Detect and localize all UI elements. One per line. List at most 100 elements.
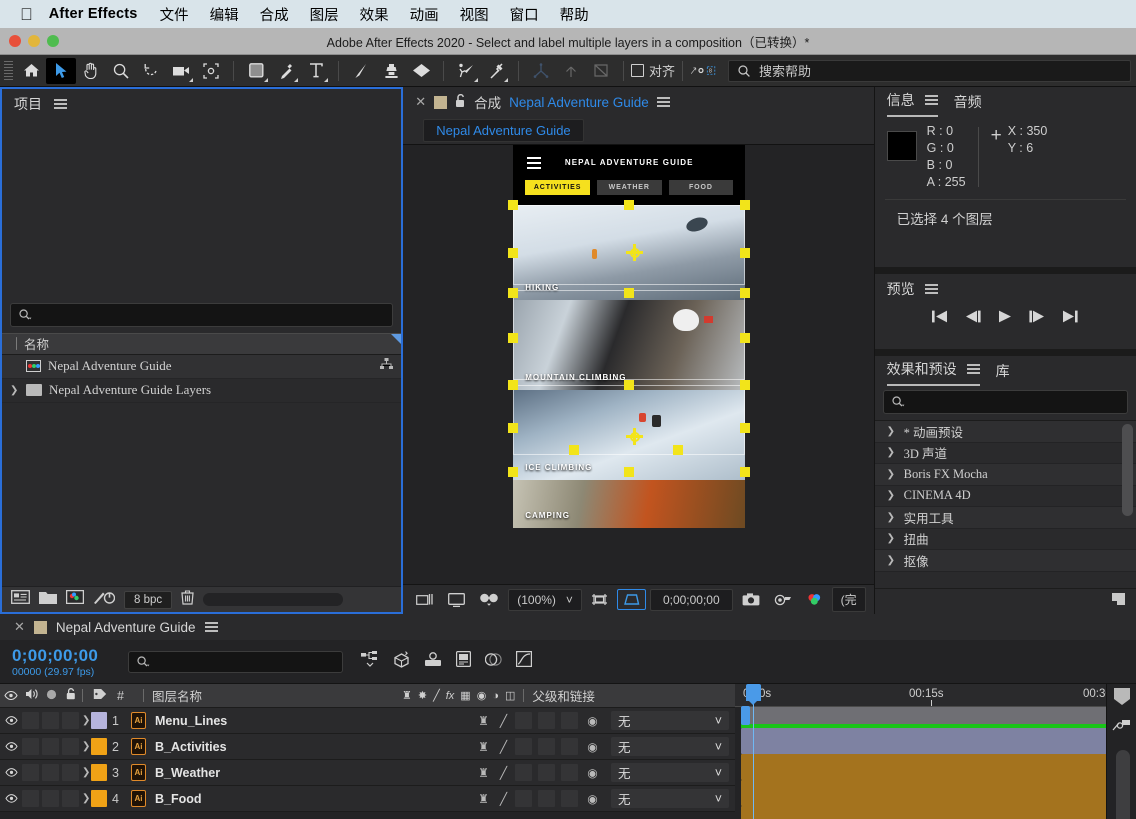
solo-cell[interactable]	[42, 790, 59, 807]
new-folder-icon[interactable]	[39, 590, 57, 609]
effects-category-row[interactable]: ❯ * 动画预设	[874, 421, 1136, 443]
layer-visibility-icon[interactable]	[0, 712, 22, 730]
lock-cell[interactable]	[62, 764, 79, 781]
close-tab-icon[interactable]: ✕	[14, 619, 25, 635]
close-button[interactable]	[9, 35, 21, 47]
switch-cell[interactable]	[561, 790, 578, 807]
switch-cell[interactable]	[515, 764, 532, 781]
chevron-right-icon[interactable]: ❯	[82, 715, 91, 726]
effects-category-row[interactable]: ❯ Boris FX Mocha	[874, 464, 1136, 486]
new-comp-icon[interactable]	[11, 590, 30, 609]
effects-category-row[interactable]: ❯ 抠像	[874, 550, 1136, 572]
selection-handle[interactable]	[569, 445, 580, 455]
layer-visibility-icon[interactable]	[0, 764, 22, 782]
switch-cell[interactable]	[538, 712, 555, 729]
composition-panel-menu-icon[interactable]	[656, 97, 670, 107]
clone-stamp-tool-icon[interactable]	[376, 58, 406, 84]
chevron-right-icon[interactable]: ❯	[887, 512, 896, 523]
last-frame-icon[interactable]	[1062, 310, 1078, 328]
rotation-tool-icon[interactable]	[136, 58, 166, 84]
selection-handle[interactable]	[624, 200, 635, 210]
switch-cell[interactable]	[538, 790, 555, 807]
selection-handle[interactable]	[740, 333, 751, 343]
channel-rgb-icon[interactable]	[801, 589, 828, 610]
project-settings-icon[interactable]	[65, 589, 85, 609]
parent-select[interactable]: 无 ˅	[611, 789, 729, 808]
composition-tab[interactable]: Nepal Adventure Guide	[423, 119, 584, 142]
layer-name[interactable]: B_Food	[155, 792, 202, 806]
selection-handle[interactable]	[508, 333, 519, 343]
parent-select[interactable]: 无 ˅	[611, 711, 729, 730]
timeline-ruler[interactable]: 0:00s 00:15s 00:30	[735, 684, 1136, 707]
menu-edit[interactable]: 编辑	[210, 4, 239, 25]
timeline-panel-menu-icon[interactable]	[204, 622, 218, 632]
switch-cell[interactable]	[515, 712, 532, 729]
selection-handle[interactable]	[740, 248, 751, 258]
effects-category-row[interactable]: ❯ 3D 声道	[874, 443, 1136, 464]
layer-color-chip[interactable]	[91, 738, 107, 755]
next-frame-icon[interactable]	[1029, 310, 1045, 328]
menu-file[interactable]: 文件	[160, 4, 189, 25]
menu-help[interactable]: 帮助	[560, 4, 589, 25]
menu-effect[interactable]: 效果	[360, 4, 389, 25]
chevron-right-icon[interactable]: ❯	[887, 555, 896, 566]
frame-blending-icon[interactable]	[456, 651, 472, 672]
zoom-tool-icon[interactable]	[106, 58, 136, 84]
table-row[interactable]: ❯ 3 Ai B_Weather ♜ ╱ ◉ 无 ˅	[0, 760, 735, 786]
camera-tool-icon[interactable]	[166, 58, 196, 84]
help-search-input[interactable]: 搜索帮助	[728, 59, 1131, 82]
project-item-folder[interactable]: ❯ Nepal Adventure Guide Layers	[2, 379, 402, 403]
audio-cell[interactable]	[22, 764, 39, 781]
parent-pickwhip-icon[interactable]: ◉	[584, 714, 601, 728]
align-toggle[interactable]: 对齐	[631, 61, 675, 80]
previous-frame-icon[interactable]	[965, 310, 981, 328]
interpret-footage-icon[interactable]	[93, 590, 116, 610]
effects-category-row[interactable]: ❯ 实用工具	[874, 507, 1136, 529]
work-area-start-handle[interactable]	[741, 706, 750, 725]
effects-search-input[interactable]	[882, 390, 1128, 414]
lock-cell[interactable]	[62, 790, 79, 807]
3d-glasses-icon[interactable]	[474, 589, 504, 610]
home-icon[interactable]	[16, 58, 46, 84]
parent-pickwhip-icon[interactable]: ◉	[584, 740, 601, 754]
switch-cell[interactable]	[538, 738, 555, 755]
draft-3d-icon[interactable]	[393, 650, 410, 673]
quality-switch[interactable]: ╱	[495, 740, 512, 754]
display-monitor-icon[interactable]	[443, 589, 470, 610]
switch-cell[interactable]	[561, 764, 578, 781]
table-row[interactable]: ❯ 2 Ai B_Activities ♜ ╱ ◉ 无 ˅	[0, 734, 735, 760]
layer-bar[interactable]	[741, 728, 1130, 754]
chevron-right-icon[interactable]: ❯	[82, 767, 91, 778]
selection-handle[interactable]	[740, 200, 751, 210]
selection-handle[interactable]	[508, 248, 519, 258]
chevron-right-icon[interactable]: ❯	[887, 447, 896, 458]
composition-viewer-canvas[interactable]: NEPAL ADVENTURE GUIDE ACTIVITIES WEATHER…	[403, 145, 874, 584]
solo-cell[interactable]	[42, 764, 59, 781]
layer-visibility-icon[interactable]	[0, 790, 22, 808]
comp-marker-icon[interactable]	[1107, 684, 1136, 711]
shy-switch[interactable]: ♜	[475, 714, 492, 728]
layer-bar[interactable]	[741, 754, 1130, 780]
play-icon[interactable]	[998, 310, 1012, 328]
chevron-right-icon[interactable]: ❯	[887, 490, 896, 501]
brush-tool-icon[interactable]	[346, 58, 376, 84]
motion-blur-icon[interactable]	[484, 652, 502, 672]
roto-brush-tool-icon[interactable]	[451, 58, 481, 84]
table-row[interactable]: ❯ 4 Ai B_Food ♜ ╱ ◉ 无 ˅	[0, 786, 735, 812]
zoom-level-select[interactable]: (100%) ˅	[508, 588, 582, 611]
selection-handle[interactable]	[508, 380, 519, 390]
menu-animation[interactable]: 动画	[410, 4, 439, 25]
resolution-value[interactable]: (完	[831, 587, 866, 612]
selection-handle[interactable]	[508, 288, 519, 298]
mesh-warp-icon[interactable]	[586, 58, 616, 84]
lock-icon[interactable]	[455, 93, 466, 111]
selection-handle[interactable]	[624, 288, 635, 298]
shape-tool-icon[interactable]	[241, 58, 271, 84]
effects-scrollbar[interactable]	[1122, 424, 1133, 516]
current-time-indicator-head[interactable]	[746, 684, 761, 705]
quality-switch[interactable]: ╱	[495, 714, 512, 728]
layer-color-chip[interactable]	[91, 712, 107, 729]
composition-flowchart-icon[interactable]	[380, 358, 394, 374]
timeline-timecode-block[interactable]: 0;00;00;00 00000 (29.97 fps)	[0, 646, 128, 678]
parent-pickwhip-icon[interactable]: ◉	[584, 766, 601, 780]
